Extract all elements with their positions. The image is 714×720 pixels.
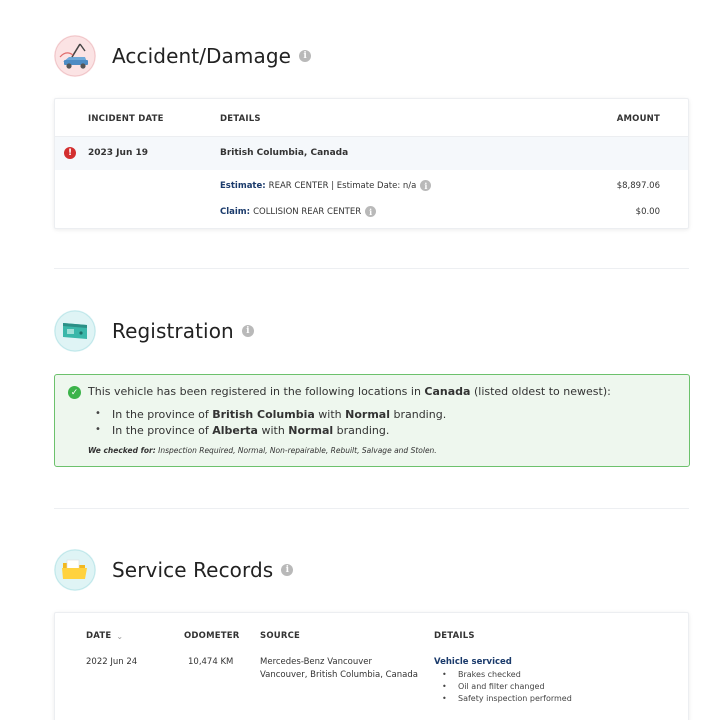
accident-table: INCIDENT DATE DETAILS AMOUNT ! 2023 Jun …	[54, 98, 689, 229]
incident-row[interactable]: ! 2023 Jun 19 British Columbia, Canada	[55, 136, 688, 170]
date-header: DATE	[86, 631, 112, 641]
estimate-label: Estimate:	[220, 180, 266, 191]
service-date: 2022 Jun 24	[86, 657, 138, 667]
service-item: Safety inspection performed	[458, 694, 572, 703]
service-odometer: 10,474 KM	[188, 657, 234, 667]
service-title: Service Records	[112, 558, 274, 582]
tow-truck-icon	[54, 35, 96, 77]
accident-section-header: Accident/Damage i	[54, 35, 312, 77]
registration-intro: This vehicle has been registered in the …	[88, 385, 611, 398]
claim-row: Claim: COLLISION REAR CENTER i	[220, 206, 377, 217]
estimate-info-icon[interactable]: i	[420, 180, 432, 191]
claim-info-icon[interactable]: i	[365, 206, 377, 217]
source-header: SOURCE	[260, 631, 301, 641]
service-detail-title: Vehicle serviced	[434, 657, 512, 667]
registration-box: ✓ This vehicle has been registered in th…	[54, 374, 690, 467]
bullet: •	[95, 408, 101, 419]
incident-date: 2023 Jun 19	[88, 148, 149, 158]
estimate-amount: $8,897.06	[616, 181, 660, 191]
info-icon[interactable]: i	[299, 50, 312, 62]
service-item: Brakes checked	[458, 670, 521, 679]
info-icon[interactable]: i	[281, 564, 294, 576]
checked-for-note: We checked for: Inspection Required, Nor…	[88, 446, 437, 455]
claim-amount: $0.00	[635, 207, 660, 217]
incident-location: British Columbia, Canada	[220, 148, 349, 158]
info-icon[interactable]: i	[241, 325, 254, 337]
service-source-location: Vancouver, British Columbia, Canada	[260, 670, 418, 680]
date-sort-header[interactable]: DATE ⌄	[86, 631, 123, 641]
bullet: •	[442, 694, 447, 703]
registration-title: Registration	[112, 319, 234, 343]
section-divider	[54, 268, 689, 269]
estimate-text: REAR CENTER | Estimate Date: n/a	[268, 180, 417, 191]
accident-title: Accident/Damage	[112, 44, 292, 68]
alert-icon: !	[64, 147, 76, 159]
service-section-header: Service Records i	[54, 549, 294, 591]
section-divider	[54, 508, 689, 509]
registration-section-header: Registration i	[54, 310, 254, 352]
registration-entry: In the province of Alberta with Normal b…	[112, 424, 390, 437]
bullet: •	[442, 682, 447, 691]
service-source-name: Mercedes-Benz Vancouver	[260, 657, 372, 667]
folder-icon	[54, 549, 96, 591]
estimate-row: Estimate: REAR CENTER | Estimate Date: n…	[220, 180, 432, 191]
details-header: DETAILS	[220, 114, 261, 124]
claim-label: Claim:	[220, 206, 251, 217]
license-plate-icon	[54, 310, 96, 352]
odometer-header: ODOMETER	[184, 631, 240, 641]
chevron-down-icon: ⌄	[116, 631, 124, 641]
service-item: Oil and filter changed	[458, 682, 545, 691]
bullet: •	[442, 670, 447, 679]
incident-date-header: INCIDENT DATE	[88, 114, 164, 124]
registration-entry: In the province of British Columbia with…	[112, 408, 447, 421]
service-table: DATE ⌄ ODOMETER SOURCE DETAILS 2022 Jun …	[54, 612, 689, 720]
amount-header: AMOUNT	[616, 114, 660, 124]
service-details-header: DETAILS	[434, 631, 475, 641]
bullet: •	[95, 424, 101, 435]
claim-text: COLLISION REAR CENTER	[253, 206, 362, 217]
check-circle-icon: ✓	[68, 386, 81, 399]
